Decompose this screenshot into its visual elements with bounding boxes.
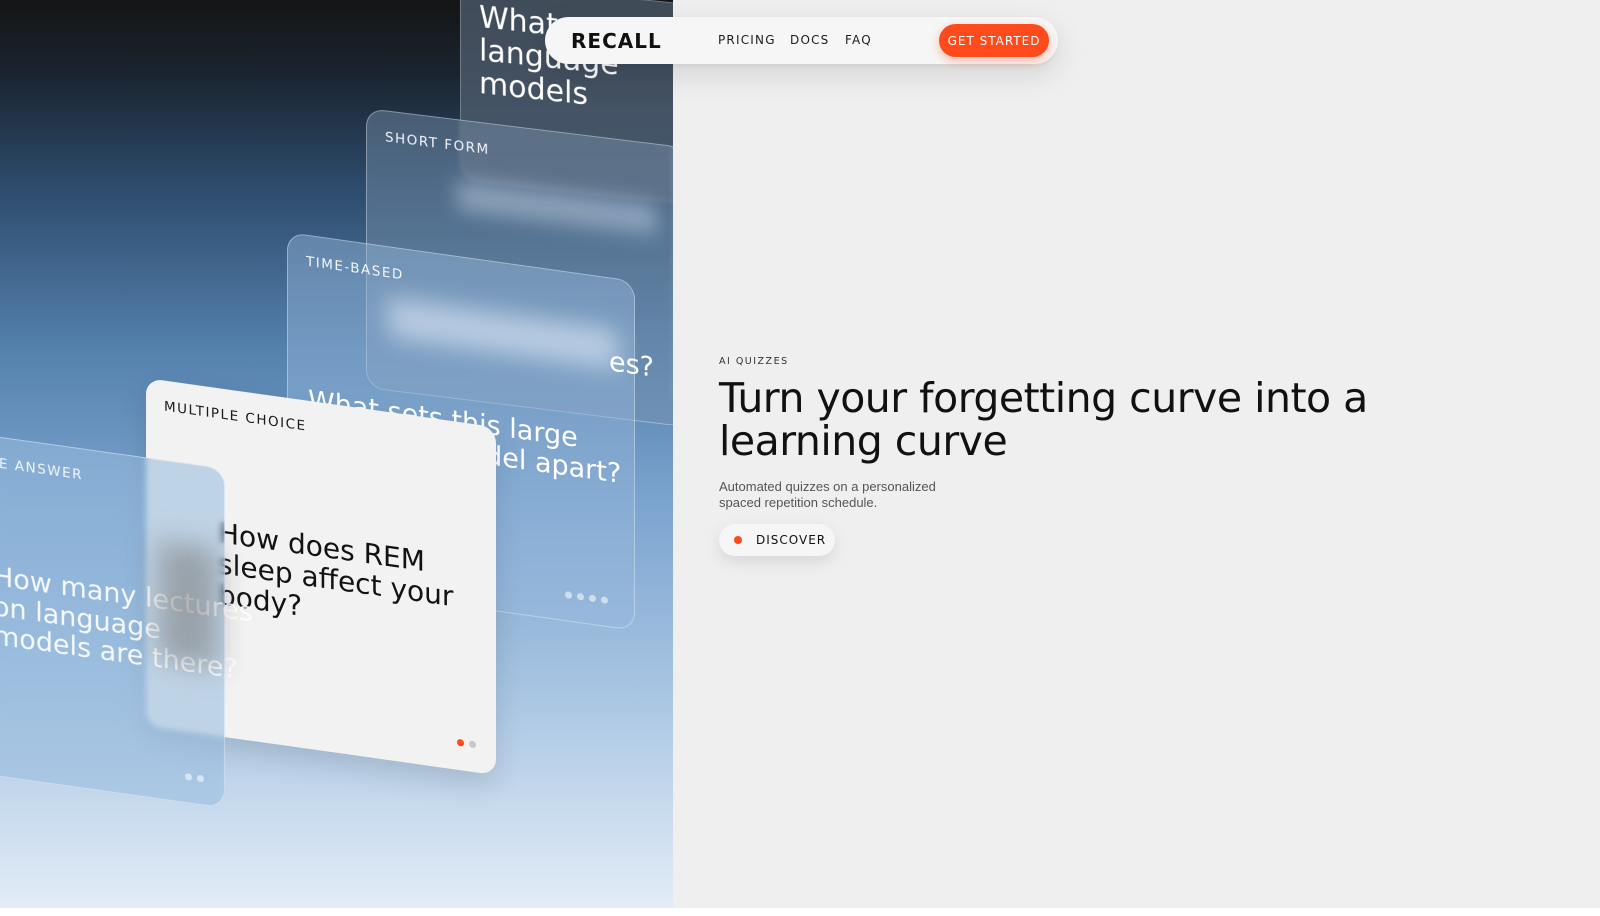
dot xyxy=(577,592,584,601)
logo[interactable]: RECALL xyxy=(571,29,662,53)
blurred-shadow xyxy=(158,540,218,669)
card-question-tail: es? xyxy=(608,346,654,384)
nav-link-pricing[interactable]: PRICING xyxy=(718,33,776,47)
card-label: SHORT FORM xyxy=(385,129,490,159)
bullet-dot-icon xyxy=(734,536,742,545)
pagination-dots xyxy=(185,772,204,783)
card-label: E ANSWER xyxy=(0,455,83,484)
dot xyxy=(565,591,572,600)
pagination-dots xyxy=(565,591,608,605)
hero-section: AI QUIZZES Turn your forgetting curve in… xyxy=(719,356,1539,557)
card-label: TIME-BASED xyxy=(306,253,404,284)
bottom-edge xyxy=(0,908,1600,916)
dot xyxy=(197,774,204,783)
pagination-dots xyxy=(457,738,476,749)
eyebrow-label: AI QUIZZES xyxy=(719,356,789,367)
card-label: MULTIPLE CHOICE xyxy=(164,398,307,435)
blurred-content xyxy=(388,297,618,370)
nav-link-docs[interactable]: DOCS xyxy=(790,33,829,47)
get-started-button[interactable]: GET STARTED xyxy=(939,24,1049,57)
hero-card-stack: What ... language models SHORT FORM TIME… xyxy=(0,0,673,916)
card-question: How does REM sleep affect your body? xyxy=(218,516,454,623)
hero-headline: Turn your forgetting curve into a learni… xyxy=(719,374,1368,466)
dot xyxy=(589,594,596,603)
nav-link-faq[interactable]: FAQ xyxy=(845,33,872,47)
dot-active xyxy=(457,738,464,747)
dot xyxy=(469,740,476,749)
discover-label: DISCOVER xyxy=(756,533,827,548)
navbar: RECALL PRICING DOCS FAQ GET STARTED xyxy=(545,17,1058,64)
quiz-card-answer: E ANSWER How many lectures on language m… xyxy=(0,420,253,809)
discover-button[interactable]: DISCOVER xyxy=(719,524,835,557)
blurred-content xyxy=(457,180,657,235)
dot xyxy=(185,772,192,781)
dot xyxy=(601,596,608,605)
hero-subtext: Automated quizzes on a personalized spac… xyxy=(719,478,936,511)
